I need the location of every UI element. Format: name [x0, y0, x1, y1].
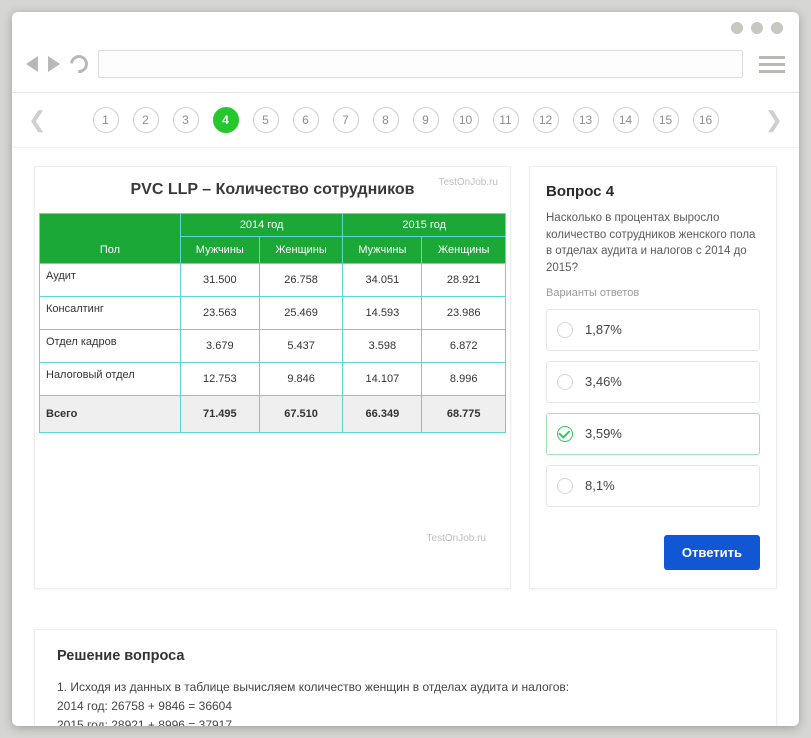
radio-icon — [557, 374, 573, 390]
forward-button[interactable] — [48, 56, 60, 72]
stepper-next[interactable]: ❯ — [759, 107, 789, 133]
window-controls — [12, 12, 799, 44]
watermark: TestOnJob.ru — [439, 177, 498, 188]
col-header-f1: Женщины — [259, 237, 343, 264]
option-label: 3,46% — [585, 374, 622, 389]
table-total-row: Всего 71.495 67.510 66.349 68.775 — [40, 396, 506, 433]
step-8[interactable]: 8 — [373, 107, 399, 133]
total-label: Всего — [40, 396, 181, 433]
submit-button[interactable]: Ответить — [664, 535, 760, 570]
employees-table: Пол 2014 год 2015 год Мужчины Женщины Му… — [39, 213, 506, 433]
answer-option[interactable]: 3,46% — [546, 361, 760, 403]
col-header-m1: Мужчины — [180, 237, 259, 264]
option-label: 8,1% — [585, 478, 615, 493]
browser-window: ❮ 12345678910111213141516 ❯ TestOnJob.ru… — [12, 12, 799, 726]
solution-panel: Решение вопроса 1. Исходя из данных в та… — [34, 629, 777, 726]
question-text: Насколько в процентах выросло количество… — [546, 210, 760, 277]
solution-line: 1. Исходя из данных в таблице вычисляем … — [57, 678, 754, 697]
step-3[interactable]: 3 — [173, 107, 199, 133]
solution-line: 2015 год: 28921 + 8996 = 37917 — [57, 716, 754, 726]
step-11[interactable]: 11 — [493, 107, 519, 133]
table-row: Аудит31.50026.75834.05128.921 — [40, 264, 506, 297]
row-label: Аудит — [40, 264, 181, 297]
col-header-gender: Пол — [40, 214, 181, 264]
window-dot[interactable] — [731, 22, 743, 34]
variants-label: Варианты ответов — [546, 287, 760, 299]
table-title: PVC LLP – Количество сотрудников — [39, 171, 506, 213]
stepper-prev[interactable]: ❮ — [22, 107, 52, 133]
step-7[interactable]: 7 — [333, 107, 359, 133]
answer-option[interactable]: 1,87% — [546, 309, 760, 351]
step-16[interactable]: 16 — [693, 107, 719, 133]
row-label: Отдел кадров — [40, 330, 181, 363]
step-2[interactable]: 2 — [133, 107, 159, 133]
answer-option[interactable]: 8,1% — [546, 465, 760, 507]
solution-heading: Решение вопроса — [57, 648, 754, 664]
window-dot[interactable] — [771, 22, 783, 34]
radio-icon — [557, 426, 573, 442]
radio-icon — [557, 322, 573, 338]
row-label: Консалтинг — [40, 297, 181, 330]
solution-line: 2014 год: 26758 + 9846 = 36604 — [57, 697, 754, 716]
back-button[interactable] — [26, 56, 38, 72]
table-row: Отдел кадров3.6795.4373.5986.872 — [40, 330, 506, 363]
step-14[interactable]: 14 — [613, 107, 639, 133]
step-13[interactable]: 13 — [573, 107, 599, 133]
step-9[interactable]: 9 — [413, 107, 439, 133]
row-label: Налоговый отдел — [40, 363, 181, 396]
step-15[interactable]: 15 — [653, 107, 679, 133]
reload-button[interactable] — [66, 51, 91, 76]
step-1[interactable]: 1 — [93, 107, 119, 133]
col-header-f2: Женщины — [422, 237, 506, 264]
menu-button[interactable] — [759, 56, 785, 73]
browser-toolbar — [12, 44, 799, 93]
table-row: Консалтинг23.56325.46914.59323.986 — [40, 297, 506, 330]
col-header-m2: Мужчины — [343, 237, 422, 264]
step-10[interactable]: 10 — [453, 107, 479, 133]
year-header-2014: 2014 год — [180, 214, 343, 237]
data-panel: TestOnJob.ru PVC LLP – Количество сотруд… — [34, 166, 511, 589]
table-row: Налоговый отдел12.7539.84614.1078.996 — [40, 363, 506, 396]
page-content: ❮ 12345678910111213141516 ❯ TestOnJob.ru… — [12, 93, 799, 726]
address-bar[interactable] — [98, 50, 743, 78]
step-12[interactable]: 12 — [533, 107, 559, 133]
year-header-2015: 2015 год — [343, 214, 506, 237]
answer-option[interactable]: 3,59% — [546, 413, 760, 455]
question-heading: Вопрос 4 — [546, 183, 760, 200]
option-label: 1,87% — [585, 322, 622, 337]
question-panel: Вопрос 4 Насколько в процентах выросло к… — [529, 166, 777, 589]
window-dot[interactable] — [751, 22, 763, 34]
step-5[interactable]: 5 — [253, 107, 279, 133]
step-4[interactable]: 4 — [213, 107, 239, 133]
option-label: 3,59% — [585, 426, 622, 441]
step-6[interactable]: 6 — [293, 107, 319, 133]
radio-icon — [557, 478, 573, 494]
question-stepper: ❮ 12345678910111213141516 ❯ — [12, 93, 799, 148]
watermark: TestOnJob.ru — [427, 533, 486, 544]
